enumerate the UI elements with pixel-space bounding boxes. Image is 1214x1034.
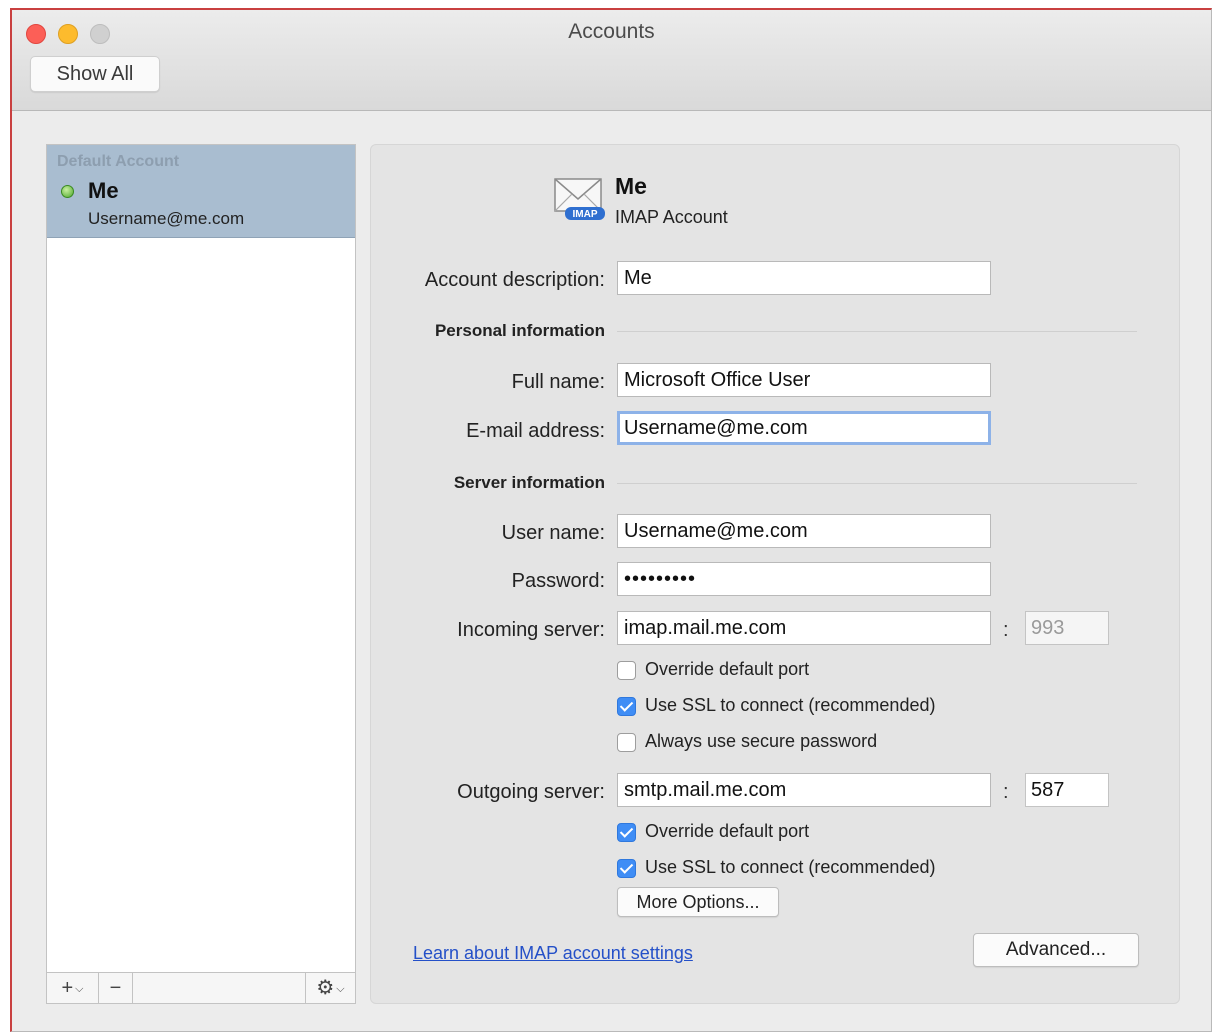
personal-information-heading: Personal information	[434, 321, 605, 340]
account-description-field[interactable]	[617, 261, 991, 295]
learn-imap-settings-link[interactable]: Learn about IMAP account settings	[413, 943, 693, 964]
account-list-toolbar: + ⌵ − ⚙ ⌵	[47, 972, 355, 1003]
account-description-label: Account description:	[424, 269, 605, 291]
remove-account-button[interactable]: −	[99, 973, 133, 1003]
email-address-field[interactable]	[617, 411, 991, 445]
gear-icon: ⚙	[316, 977, 335, 999]
checkbox-unchecked-icon	[617, 661, 636, 680]
add-account-button[interactable]: + ⌵	[47, 973, 99, 1003]
account-group-label: Default Account	[57, 153, 180, 170]
user-name-field[interactable]	[617, 514, 991, 548]
section-divider	[617, 331, 1137, 332]
outgoing-server-label: Outgoing server:	[457, 781, 605, 803]
more-options-button[interactable]: More Options...	[617, 887, 779, 917]
checkbox-checked-icon	[617, 697, 636, 716]
section-divider	[617, 483, 1137, 484]
secure-password-label: Always use secure password	[645, 731, 878, 751]
outgoing-use-ssl-label: Use SSL to connect (recommended)	[645, 857, 936, 877]
chevron-down-icon: ⌵	[75, 982, 84, 995]
online-status-icon	[61, 185, 74, 198]
minus-icon: −	[109, 977, 122, 999]
server-information-heading: Server information	[453, 473, 605, 492]
account-actions-button[interactable]: ⚙ ⌵	[305, 973, 355, 1003]
window-title: Accounts	[568, 20, 655, 43]
outgoing-port-field[interactable]: 587	[1025, 773, 1109, 807]
full-name-label: Full name:	[511, 371, 605, 393]
password-field[interactable]	[617, 562, 991, 596]
checkbox-unchecked-icon	[617, 733, 636, 752]
port-separator: :	[1003, 781, 1009, 803]
incoming-use-ssl-label: Use SSL to connect (recommended)	[645, 695, 936, 715]
show-all-button[interactable]: Show All	[30, 56, 160, 92]
account-header-name: Me	[615, 173, 647, 199]
incoming-override-port-label: Override default port	[645, 659, 810, 679]
checkbox-checked-icon	[617, 823, 636, 842]
account-list-item[interactable]: Default Account Me Username@me.com	[47, 145, 355, 238]
chevron-down-icon: ⌵	[336, 982, 345, 995]
accounts-window: Accounts Show All Default Account Me Use…	[10, 8, 1212, 1032]
account-email: Username@me.com	[88, 209, 245, 228]
password-label: Password:	[511, 570, 605, 592]
incoming-server-label: Incoming server:	[457, 619, 605, 641]
incoming-server-field[interactable]	[617, 611, 991, 645]
title-bar: Accounts Show All	[12, 10, 1211, 111]
account-header-type: IMAP Account	[615, 207, 728, 227]
imap-badge: IMAP	[573, 209, 598, 220]
full-name-field[interactable]	[617, 363, 991, 397]
account-settings-panel: IMAP Me IMAP Account Account description…	[370, 144, 1180, 1004]
incoming-port-field[interactable]: 993	[1025, 611, 1109, 645]
email-address-label: E-mail address:	[466, 420, 605, 442]
outgoing-server-field[interactable]	[617, 773, 991, 807]
user-name-label: User name:	[501, 522, 605, 544]
account-list: Default Account Me Username@me.com + ⌵ − …	[46, 144, 356, 1004]
checkbox-checked-icon	[617, 859, 636, 878]
envelope-icon: IMAP	[554, 178, 605, 220]
advanced-button[interactable]: Advanced...	[973, 933, 1139, 967]
outgoing-override-port-label: Override default port	[645, 821, 810, 841]
plus-icon: +	[61, 977, 74, 999]
account-name: Me	[88, 178, 119, 203]
port-separator: :	[1003, 619, 1009, 641]
